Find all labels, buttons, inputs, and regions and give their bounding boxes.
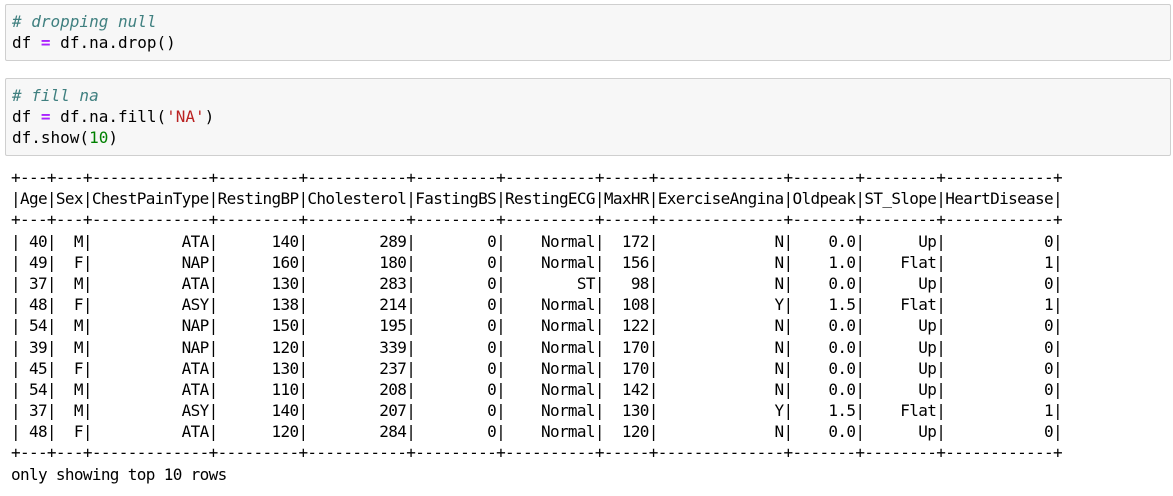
table-header: |Age|Sex|ChestPainType|RestingBP|Cholest… (11, 189, 1063, 209)
code-token: df (12, 107, 41, 126)
code-operator: = (40, 107, 51, 126)
code-line: df.show(10) (12, 127, 1170, 148)
code-token: ) (204, 107, 215, 126)
table-row: | 49| F| NAP| 160| 180| 0| Normal| 156| … (11, 252, 1063, 272)
code-line: # dropping null (12, 11, 1170, 32)
table-row: | 39| M| NAP| 120| 339| 0| Normal| 170| … (11, 337, 1063, 357)
code-cell-drop-null[interactable]: # dropping null df = df.na.drop() (5, 4, 1171, 61)
code-editor[interactable]: # dropping null df = df.na.drop() (6, 5, 1170, 53)
code-string: 'NA' (166, 107, 205, 126)
output-footer: only showing top 10 rows (11, 464, 227, 484)
table-row: | 40| M| ATA| 140| 289| 0| Normal| 172| … (11, 231, 1063, 251)
code-line: # fill na (12, 85, 1170, 106)
code-number: 10 (89, 128, 109, 147)
table-row: | 48| F| ATA| 120| 284| 0| Normal| 120| … (11, 422, 1063, 442)
table-row: | 45| F| ATA| 130| 237| 0| Normal| 170| … (11, 358, 1063, 378)
table-row: | 54| M| NAP| 150| 195| 0| Normal| 122| … (11, 316, 1063, 336)
table-row: | 54| M| ATA| 110| 208| 0| Normal| 142| … (11, 379, 1063, 399)
table-row: | 37| M| ASY| 140| 207| 0| Normal| 130| … (11, 401, 1063, 421)
code-operator: = (40, 33, 51, 52)
table-row: | 48| F| ASY| 138| 214| 0| Normal| 108| … (11, 295, 1063, 315)
code-cell-fill-na[interactable]: # fill na df = df.na.fill('NA') df.show(10… (5, 78, 1171, 156)
code-line: df = df.na.drop() (12, 32, 1170, 53)
code-line: df = df.na.fill('NA') (12, 106, 1170, 127)
table-row: | 37| M| ATA| 130| 283| 0| ST| 98| N| 0.… (11, 273, 1063, 293)
table-separator: +---+---+-------------+---------+-------… (11, 443, 1063, 463)
code-token: ) (108, 128, 118, 147)
table-separator: +---+---+-------------+---------+-------… (11, 168, 1063, 187)
code-comment: # fill na (12, 86, 99, 105)
table-separator: +---+---+-------------+---------+-------… (11, 210, 1063, 230)
code-token: df.show( (12, 128, 90, 147)
code-token: df.na.fill( (50, 107, 167, 126)
cell-output: +---+---+-------------+---------+-------… (11, 167, 1063, 485)
code-token: df.na.drop() (50, 33, 176, 52)
code-editor[interactable]: # fill na df = df.na.fill('NA') df.show(10… (6, 79, 1170, 148)
code-token: df (12, 33, 41, 52)
code-comment: # dropping null (12, 12, 157, 31)
